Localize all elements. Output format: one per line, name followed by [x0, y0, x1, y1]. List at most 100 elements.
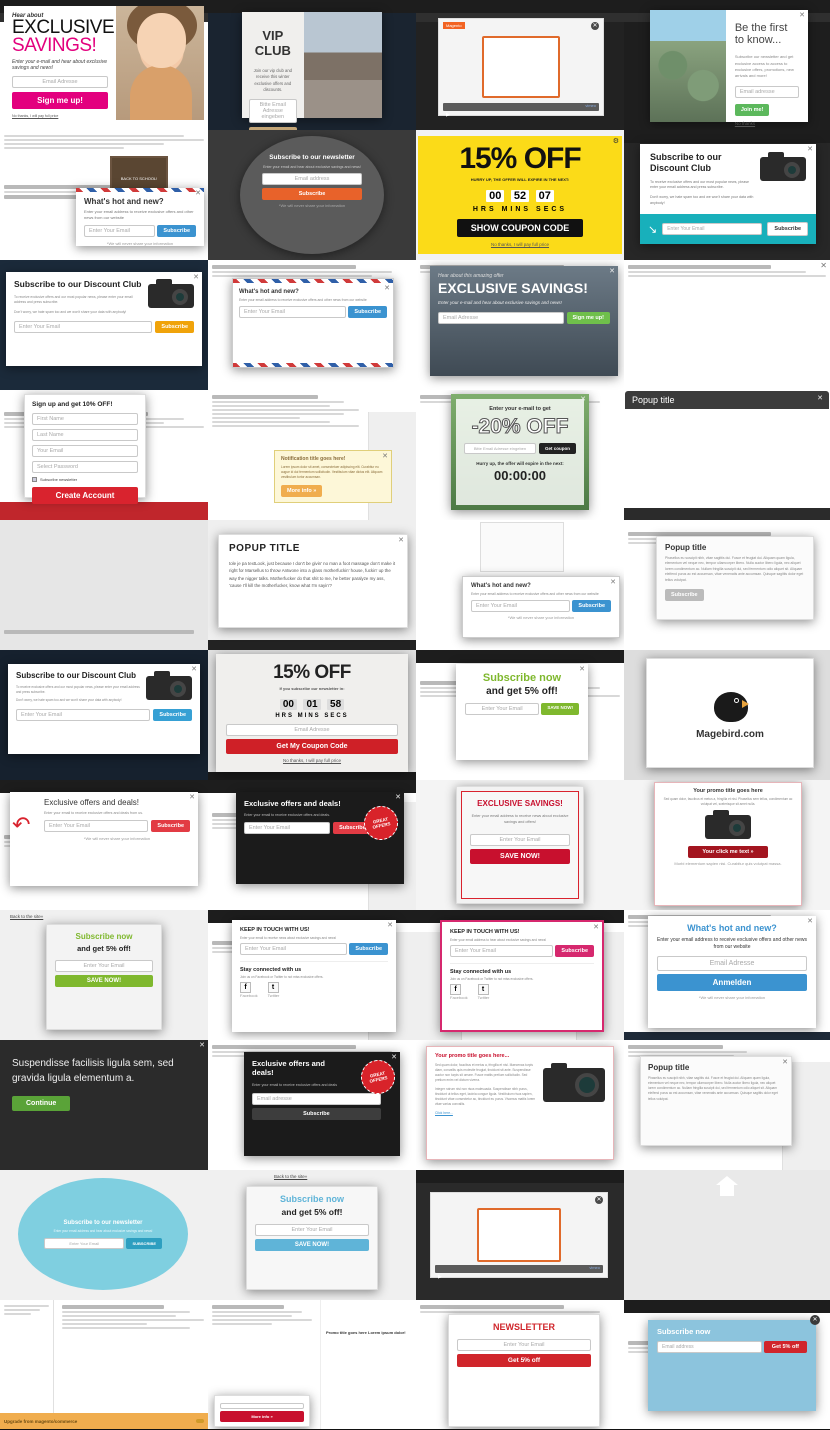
close-icon[interactable]: ✕: [782, 1059, 788, 1066]
close-icon[interactable]: ✕: [189, 794, 195, 801]
popup-keep-in-touch-grey[interactable]: ✕ KEEP IN TOUCH WITH US! Enter your emai…: [232, 920, 396, 1032]
close-icon[interactable]: ✕: [817, 395, 823, 402]
email-input[interactable]: Bitte Email Adresse eingeben: [249, 99, 297, 124]
get-discount-button[interactable]: Get 5% off: [457, 1354, 591, 1367]
join-button[interactable]: Join me!: [734, 103, 770, 116]
gallery-cell[interactable]: ✕ GREAT OFFERS Exclusive offers and deal…: [208, 780, 416, 910]
close-icon[interactable]: ✕: [382, 453, 388, 460]
get-coupon-button[interactable]: Get coupon: [539, 443, 576, 454]
facebook-icon[interactable]: f: [450, 984, 461, 995]
close-icon[interactable]: ✕: [199, 1042, 205, 1049]
popup-whats-hot-and-new[interactable]: ✕ What's hot and new? Enter your email a…: [76, 188, 204, 246]
close-icon[interactable]: ✕: [810, 1315, 820, 1325]
popup-video-vimeo-2[interactable]: ✕ ▶ vimeo: [430, 1192, 608, 1280]
close-icon[interactable]: ✕: [387, 922, 393, 929]
popup-exclusive-offers-stamp[interactable]: ✕ GREAT OFFERS Exclusive offers and deal…: [244, 1052, 400, 1156]
decline-link[interactable]: No thanks, I will pay full price: [226, 758, 398, 763]
gallery-cell[interactable]: ✕ Enter your e-mail to get -20% OFF Bitt…: [416, 390, 624, 520]
email-input[interactable]: Enter Your Email: [457, 1339, 591, 1351]
gallery-cell[interactable]: ✕ POPUP TITLE tole je pa textLook, just …: [208, 520, 416, 650]
gallery-cell[interactable]: ✕ ▶ vimeo: [416, 1170, 624, 1300]
email-input[interactable]: Enter Your Email: [244, 822, 331, 835]
popup-subscribe-now-green[interactable]: ✕ Subscribe now and get 5% off! Enter Yo…: [456, 664, 588, 760]
subscribe-button[interactable]: Subscribe: [262, 188, 362, 200]
popup-15-percent-off-yellow[interactable]: ⚙ 15% OFF HURRY UP, THE OFFER WILL EXPIR…: [418, 136, 622, 254]
gallery-cell[interactable]: ✕ Hear about this amazing offer EXCLUSIV…: [416, 260, 624, 390]
video-controls[interactable]: ▶ vimeo: [443, 103, 599, 118]
popup-title-light[interactable]: Popup title Phasellus eu suscipit nibh, …: [656, 536, 814, 620]
save-now-button[interactable]: SAVE NOW!: [55, 975, 153, 987]
popup-title-sidebar[interactable]: ✕ Popup title Phasellus eu suscipit nibh…: [640, 1056, 792, 1146]
popup-subscribe-now-red[interactable]: NEWSLETTER Enter Your Email Get 5% off: [448, 1314, 600, 1427]
subscribe-button[interactable]: Subscribe: [665, 589, 704, 602]
email-input[interactable]: Enter Your Email: [471, 600, 571, 612]
gallery-cell[interactable]: ✕ GREAT OFFERS Exclusive offers and deal…: [208, 1040, 416, 1170]
gallery-cell[interactable]: ✕ What's hot and new? Enter your email a…: [416, 520, 624, 650]
signup-button[interactable]: Sign me up!: [566, 312, 610, 324]
email-input[interactable]: Email address: [262, 173, 362, 185]
gallery-cell[interactable]: 15% OFF If you subscribe our newsletter …: [208, 650, 416, 780]
email-input[interactable]: Enter Your Email: [16, 709, 151, 722]
subscribe-button[interactable]: Subscribe: [767, 222, 808, 236]
popup-sign-up-10-off[interactable]: Sign up and get 10% OFF! First Name Last…: [24, 394, 146, 504]
close-icon[interactable]: ✕: [195, 190, 201, 197]
close-icon[interactable]: ✕: [395, 794, 401, 801]
gallery-cell[interactable]: ✕ Like us and get 5% off! 0 0 👍1 𝑷 8+1 🐦…: [624, 260, 830, 390]
popup-keep-in-touch-pink[interactable]: ✕ KEEP IN TOUCH WITH US! Enter your emai…: [440, 920, 604, 1032]
gallery-cell[interactable]: Your promo title goes here Sed quam dolo…: [624, 780, 830, 910]
play-icon[interactable]: ▶: [443, 112, 450, 118]
email-input[interactable]: Enter Your Email: [84, 225, 156, 237]
save-now-button[interactable]: SAVE NOW!: [255, 1239, 369, 1251]
subscribe-button[interactable]: Subscribe: [153, 709, 192, 722]
show-coupon-button[interactable]: SHOW COUPON CODE: [456, 219, 584, 237]
gallery-cell[interactable]: ✕ Subscribe to our Discount Club To rece…: [624, 130, 830, 260]
gallery-cell[interactable]: Upgrade from magento/commerce: [0, 1300, 208, 1429]
close-icon[interactable]: ✕: [191, 666, 197, 673]
email-input[interactable]: Enter Your Email: [44, 820, 149, 832]
close-icon[interactable]: ✕: [820, 262, 827, 270]
gallery-cell[interactable]: NEWSLETTER Enter Your Email Get 5% off: [416, 1300, 624, 1429]
popup-subscribe-newsletter-circle[interactable]: Subscribe to our newsletter Enter your e…: [240, 136, 384, 254]
gallery-cell[interactable]: ✕ Magento ▶ vimeo: [416, 0, 624, 130]
close-icon[interactable]: ✕: [609, 268, 615, 275]
save-now-button[interactable]: SAVE NOW!: [541, 703, 579, 715]
close-icon[interactable]: ✕: [391, 1054, 397, 1061]
popup-be-the-first-to-know[interactable]: ✕ Be the first to know... Subscribe our …: [650, 10, 808, 126]
subscribe-button[interactable]: Subscribe: [555, 945, 594, 957]
gallery-cell[interactable]: ✕ ↷ Exclusive offers and deals! Enter yo…: [0, 780, 208, 910]
gallery-cell[interactable]: Sign up and get 10% OFF! First Name Last…: [0, 390, 208, 520]
gallery-cell[interactable]: BACK TO SCHOOL! ✕ What's hot and new? En…: [0, 130, 208, 260]
popup-discount-club-white[interactable]: ✕ Subscribe to our Discount Club To rece…: [6, 272, 202, 366]
decline-link[interactable]: No thanks, I will pay full price: [12, 114, 108, 118]
email-input[interactable]: [220, 1403, 304, 1409]
close-icon[interactable]: ✕: [610, 579, 616, 586]
twitter-icon[interactable]: t: [267, 982, 279, 993]
popup-exclusive-offers-black[interactable]: ✕ GREAT OFFERS Exclusive offers and deal…: [236, 792, 404, 884]
popup-subscribe-now-blue[interactable]: Subscribe now and get 5% off! Enter Your…: [246, 1186, 378, 1290]
popup-suspendisse-dark[interactable]: ✕ Suspendisse facilisis ligula sem, sed …: [0, 1040, 208, 1170]
continue-button[interactable]: Continue: [12, 1096, 71, 1111]
subscribe-checkbox[interactable]: Subscribe newsletter: [32, 477, 138, 482]
popup-whats-hot-and-new-small[interactable]: ✕ What's hot and new? Enter your email a…: [462, 576, 620, 638]
email-input[interactable]: Email Adresse: [12, 76, 108, 89]
subscribe-button[interactable]: Subscribe: [252, 1107, 381, 1120]
anmelden-button[interactable]: Anmelden: [657, 974, 807, 991]
email-input[interactable]: Email adresse: [252, 1092, 381, 1105]
video-controls[interactable]: ▶ vimeo: [435, 1265, 603, 1280]
get-discount-button[interactable]: More info »: [220, 1411, 304, 1422]
gallery-cell[interactable]: ✕ Subscribe now Email address Get 5% off: [624, 1300, 830, 1429]
click-here-link[interactable]: Click here...: [435, 1111, 538, 1115]
popup-magebird-branding[interactable]: Magebird.com: [646, 658, 814, 768]
gallery-cell[interactable]: Popup title Phasellus eu suscipit nibh, …: [0, 520, 208, 650]
promo-bar[interactable]: Upgrade from magento/commerce: [0, 1413, 208, 1429]
close-icon[interactable]: ✕: [579, 666, 585, 673]
gallery-cell[interactable]: ✕ Notification title goes here! Lorem ip…: [208, 390, 416, 520]
email-input[interactable]: Enter Your Email: [255, 1224, 369, 1236]
popup-15-percent-off-grey[interactable]: 15% OFF If you subscribe our newsletter …: [216, 654, 408, 772]
close-icon[interactable]: ✕: [384, 285, 390, 292]
first-name-input[interactable]: First Name: [32, 413, 138, 425]
popup-exclusive-savings-face[interactable]: ✕ Hear about EXCLUSIVE SAVINGS! Enter yo…: [4, 6, 204, 120]
back-to-site-link[interactable]: Back to the site»: [10, 914, 43, 919]
email-input[interactable]: Enter Your Email: [465, 703, 540, 715]
gallery-cell[interactable]: ✕ Subscribe to our Discount Club To rece…: [0, 260, 208, 390]
